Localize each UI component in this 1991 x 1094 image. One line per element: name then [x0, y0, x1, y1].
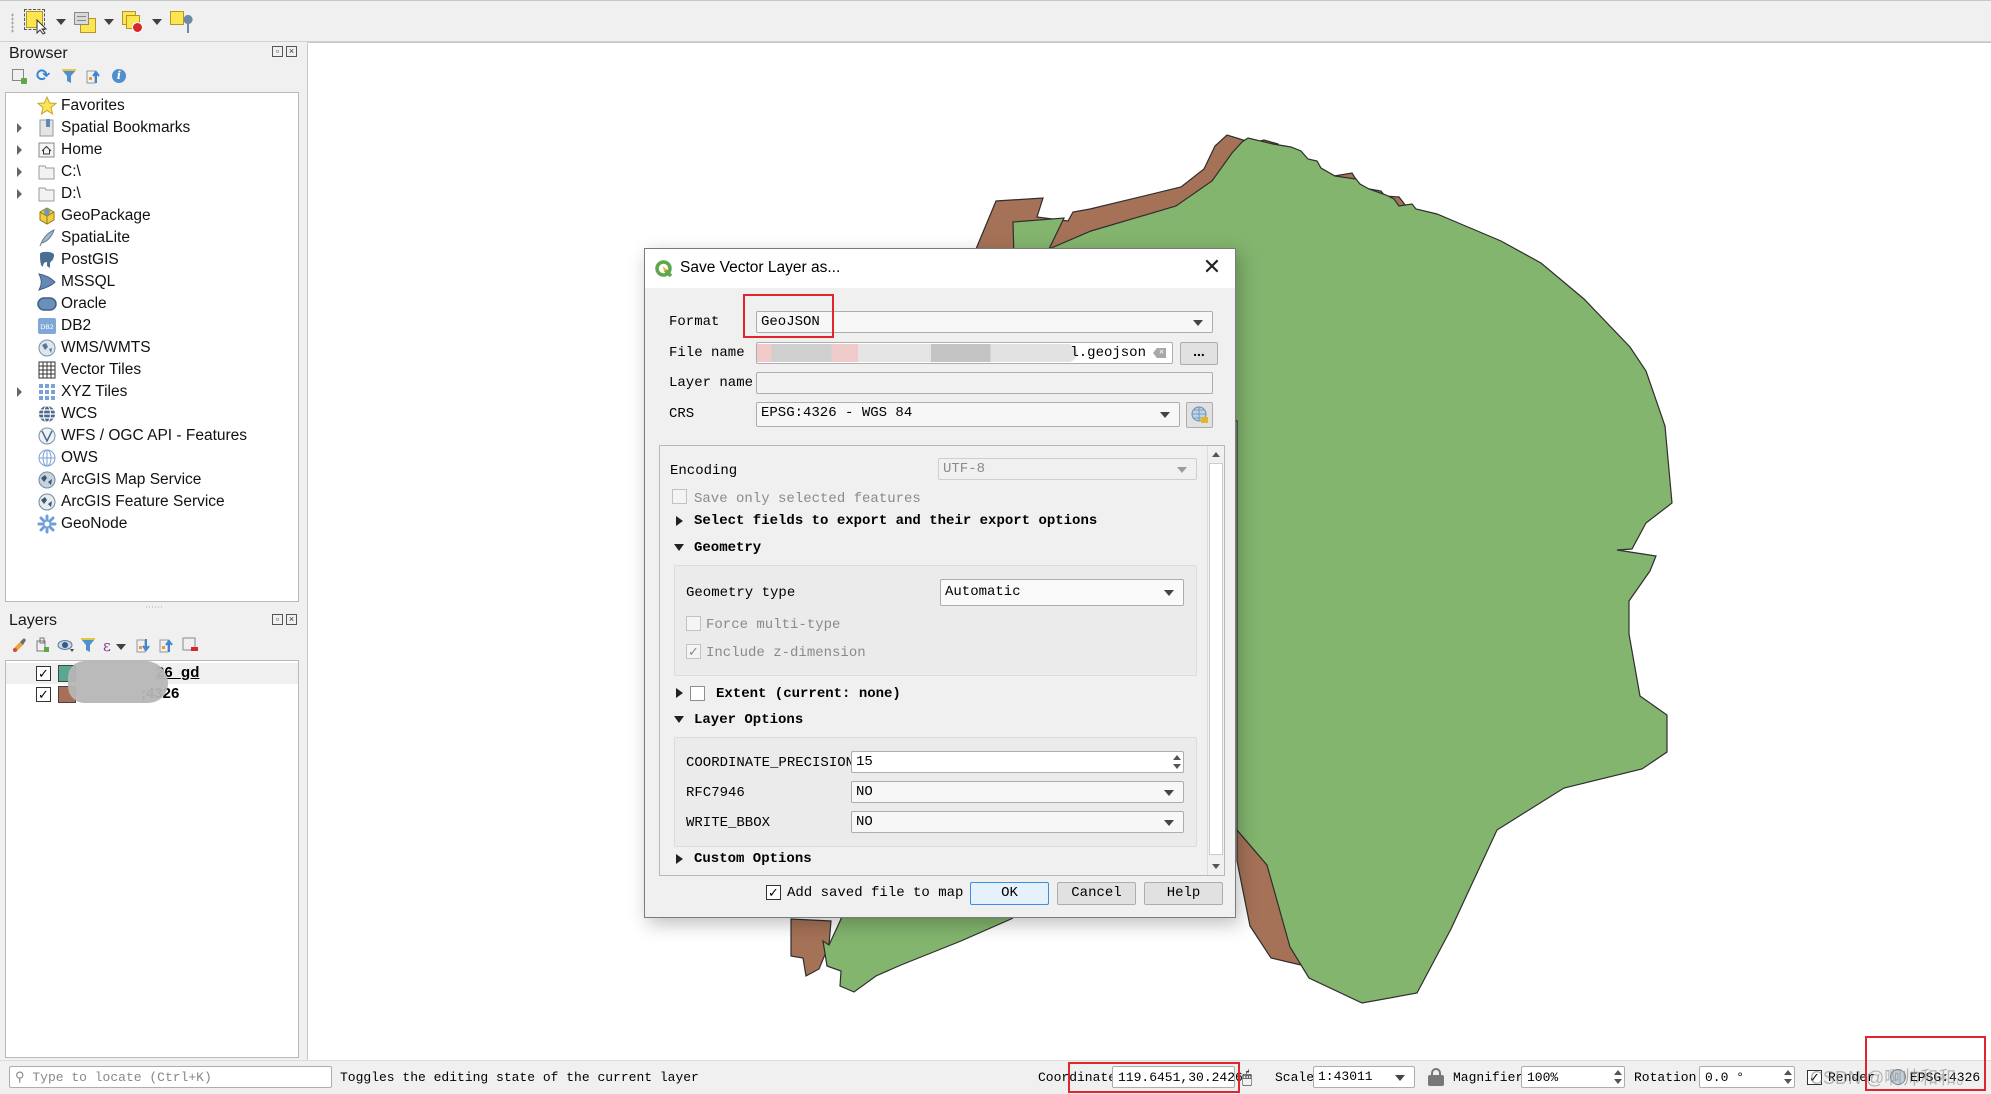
chevron-down-icon [1164, 820, 1174, 826]
close-icon[interactable]: ✕ [1199, 255, 1225, 281]
rotation-value: 0.0 ° [1705, 1070, 1745, 1085]
write-bbox-combobox[interactable]: NO [851, 811, 1184, 833]
encoding-label: Encoding [670, 463, 738, 479]
spinbox-arrows-icon[interactable] [1784, 1070, 1792, 1084]
cancel-button[interactable]: Cancel [1057, 882, 1136, 905]
expand-arrow-icon[interactable] [676, 854, 683, 864]
encoding-combobox[interactable]: UTF-8 [938, 458, 1197, 480]
custom-options-section[interactable]: Custom Options [694, 851, 812, 867]
dialog-title: Save Vector Layer as... [680, 259, 841, 276]
chevron-down-icon [1164, 790, 1174, 796]
filename-value: l.geojson [1070, 345, 1146, 361]
coordinate-field[interactable]: 119.6451,30.2426 [1112, 1066, 1243, 1088]
scrollbar[interactable] [1207, 446, 1224, 875]
expand-arrow-icon[interactable] [676, 516, 683, 526]
magnifier-value: 100% [1527, 1070, 1559, 1085]
watermark: CSDN @啊帅和和。 [1810, 1068, 1975, 1088]
rotation-spinbox[interactable]: 0.0 ° [1699, 1066, 1795, 1088]
format-label: Format [669, 314, 720, 330]
format-combobox[interactable]: GeoJSON [756, 311, 1213, 333]
select-fields-section[interactable]: Select fields to export and their export… [694, 513, 1097, 529]
add-to-map-label: Add saved file to map [787, 885, 964, 901]
options-scroll-area[interactable]: Encoding UTF-8 Save only selected featur… [659, 445, 1225, 876]
chevron-down-icon [1164, 590, 1174, 596]
mouse-toggle-extents-icon[interactable]: 🖱 [1242, 1068, 1252, 1088]
lock-scale-icon[interactable] [1428, 1068, 1444, 1086]
include-z-label: Include z-dimension [706, 645, 866, 661]
encoding-value: UTF-8 [943, 461, 986, 477]
ok-button[interactable]: OK [970, 882, 1049, 905]
dialog-titlebar[interactable]: Save Vector Layer as... ✕ [645, 249, 1235, 288]
geometry-section[interactable]: Geometry [694, 540, 761, 556]
expand-arrow-icon[interactable] [676, 688, 683, 698]
rfc7946-combobox[interactable]: NO [851, 781, 1184, 803]
scroll-down-icon[interactable] [1212, 864, 1220, 869]
crs-value: EPSG:4326 - WGS 84 [761, 405, 913, 421]
layer-options-groupbox: COORDINATE_PRECISION 15 RFC7946 NO WRITE… [674, 737, 1197, 847]
save-selected-checkbox[interactable] [672, 489, 687, 504]
locate-input[interactable]: ⚲ Type to locate (Ctrl+K) [9, 1066, 332, 1088]
extent-checkbox[interactable] [690, 686, 705, 701]
include-z-checkbox[interactable]: ✓ [686, 644, 701, 659]
geometry-groupbox: Geometry type Automatic Force multi-type… [674, 565, 1197, 676]
format-value: GeoJSON [761, 314, 820, 330]
crs-label: CRS [669, 406, 695, 422]
geometry-type-combobox[interactable]: Automatic [940, 579, 1184, 606]
status-message: Toggles the editing state of the current… [340, 1070, 699, 1085]
coordinate-precision-spinbox[interactable]: 15 [851, 751, 1184, 773]
force-multi-label: Force multi-type [706, 617, 841, 633]
scale-label: Scale [1275, 1070, 1315, 1085]
spinbox-arrows-icon[interactable] [1614, 1070, 1622, 1084]
option-key: COORDINATE_PRECISION [686, 755, 855, 771]
qgis-logo-icon [655, 260, 673, 278]
status-bar: ⚲ Type to locate (Ctrl+K) Toggles the ed… [0, 1060, 1991, 1093]
force-multi-checkbox[interactable] [686, 616, 701, 631]
spinbox-arrows-icon[interactable] [1173, 755, 1181, 769]
search-icon: ⚲ [15, 1070, 25, 1085]
chevron-down-icon [1395, 1075, 1405, 1081]
geometry-type-label: Geometry type [686, 585, 796, 601]
save-vector-layer-dialog: Save Vector Layer as... ✕ Format GeoJSON… [644, 248, 1236, 918]
chevron-down-icon [1177, 467, 1187, 473]
scale-value: 1:43011 [1318, 1069, 1373, 1084]
filename-label: File name [669, 345, 745, 361]
browse-button[interactable]: ... [1180, 342, 1218, 365]
layer-options-section[interactable]: Layer Options [694, 712, 803, 728]
option-value: NO [856, 814, 873, 830]
layername-input[interactable] [756, 372, 1213, 394]
locate-placeholder: Type to locate (Ctrl+K) [32, 1070, 212, 1085]
extent-section[interactable]: Extent (current: none) [716, 686, 901, 702]
option-key: WRITE_BBOX [686, 815, 771, 831]
scrollbar-thumb[interactable] [1209, 463, 1223, 855]
option-value: 15 [856, 754, 873, 770]
redaction-mask [757, 344, 1077, 362]
option-value: NO [856, 784, 873, 800]
geometry-type-value: Automatic [945, 584, 1021, 600]
rotation-label: Rotation [1634, 1070, 1697, 1085]
crs-combobox[interactable]: EPSG:4326 - WGS 84 [756, 402, 1180, 427]
save-selected-label: Save only selected features [694, 491, 921, 507]
scroll-up-icon[interactable] [1212, 452, 1220, 457]
collapse-arrow-icon[interactable] [674, 716, 684, 723]
chevron-down-icon [1193, 320, 1203, 326]
collapse-arrow-icon[interactable] [674, 544, 684, 551]
chevron-down-icon [1160, 412, 1170, 418]
coordinate-label: Coordinate [1038, 1070, 1117, 1085]
scale-combobox[interactable]: 1:43011 [1313, 1066, 1415, 1088]
magnifier-spinbox[interactable]: 100% [1521, 1066, 1625, 1088]
option-key: RFC7946 [686, 785, 745, 801]
globe-crs-icon [1191, 406, 1208, 423]
clear-input-icon[interactable]: ✕ [1153, 348, 1166, 358]
filename-input[interactable]: l.geojson ✕ [756, 342, 1173, 364]
add-to-map-checkbox[interactable]: ✓ [766, 885, 781, 900]
magnifier-label: Magnifier [1453, 1070, 1524, 1085]
select-crs-button[interactable] [1186, 402, 1213, 428]
help-button[interactable]: Help [1144, 882, 1223, 905]
layername-label: Layer name [669, 375, 754, 391]
